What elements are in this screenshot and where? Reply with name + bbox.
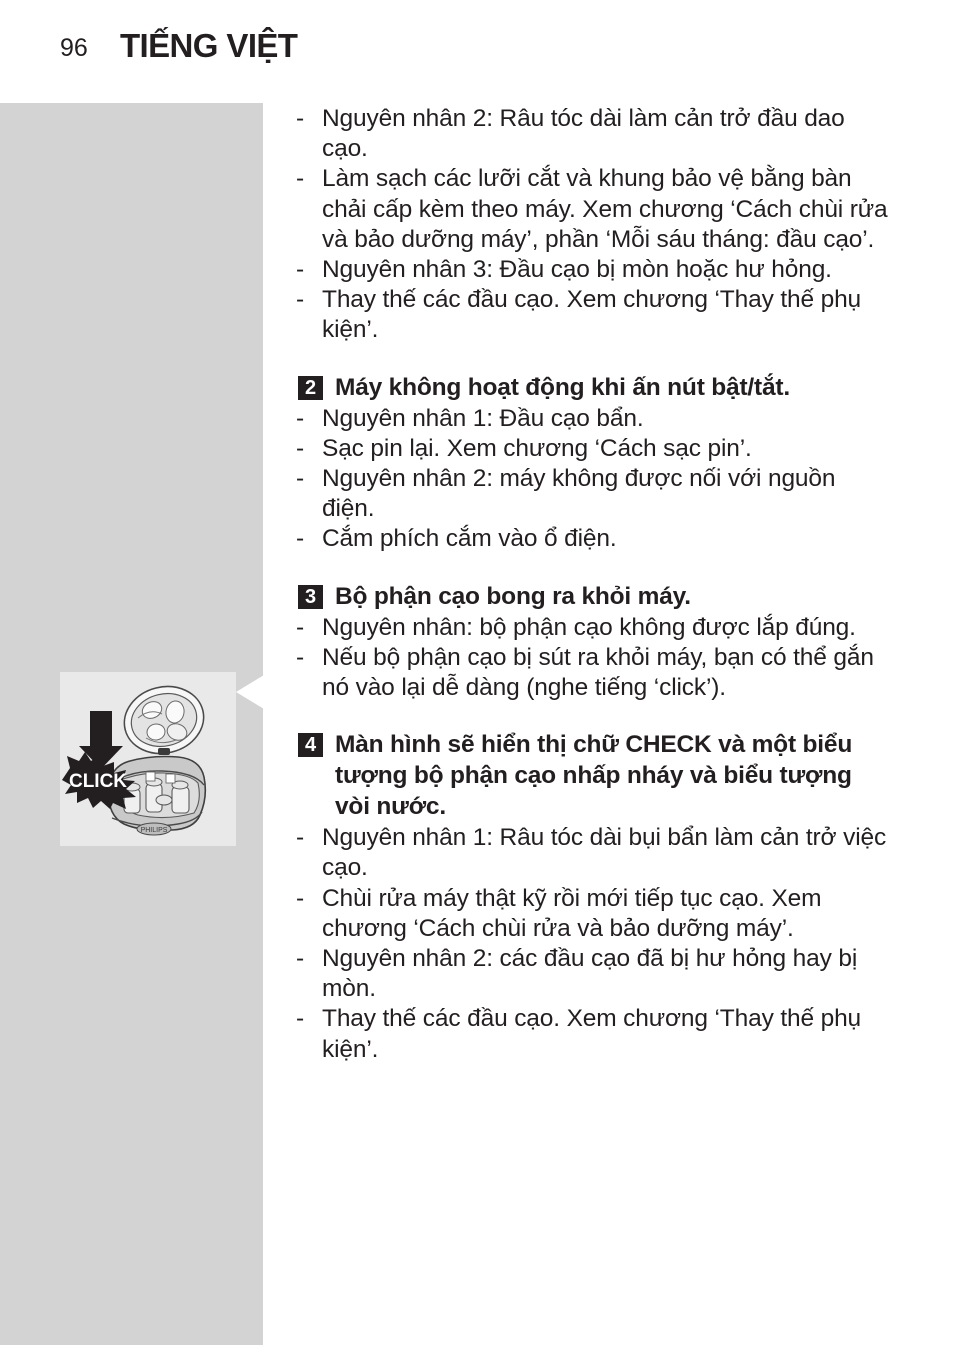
click-badge-label: CLICK	[69, 771, 127, 792]
list-item: Nếu bộ phận cạo bị sút ra khỏi máy, bạn …	[295, 643, 890, 703]
section-bullet-list: Nguyên nhân 1: Đầu cạo bẩn. Sạc pin lại.…	[295, 404, 890, 555]
list-item: Nguyên nhân 1: Râu tóc dài bụi bẩn làm c…	[295, 823, 890, 883]
section-heading-text: Màn hình sẽ hiển thị chữ CHECK và một bi…	[335, 731, 853, 821]
list-item: Thay thế các đầu cạo. Xem chương ‘Thay t…	[295, 1004, 890, 1064]
list-item: Nguyên nhân 2: các đầu cạo đã bị hư hỏng…	[295, 944, 890, 1004]
list-item: Nguyên nhân 2: máy không được nối với ng…	[295, 464, 890, 524]
page-title: TIẾNG VIỆT	[120, 27, 298, 64]
section-bullet-list: Nguyên nhân 1: Râu tóc dài bụi bẩn làm c…	[295, 823, 890, 1065]
svg-text:PHILIPS: PHILIPS	[141, 827, 168, 834]
section-heading: 4 Màn hình sẽ hiển thị chữ CHECK và một …	[295, 729, 890, 822]
intro-bullet-list: Nguyên nhân 2: Râu tóc dài làm cản trở đ…	[295, 104, 890, 346]
click-starburst-badge: CLICK	[62, 752, 136, 809]
section-heading-text: Bộ phận cạo bong ra khỏi máy.	[335, 582, 691, 610]
list-item: Làm sạch các lưỡi cắt và khung bảo vệ bằ…	[295, 164, 890, 255]
list-item: Nguyên nhân 1: Đầu cạo bẩn.	[295, 404, 890, 434]
section-number-badge: 4	[298, 733, 323, 758]
illustration-shaver-head-click: PHILIPS CLICK	[60, 672, 236, 846]
troubleshooting-section-2: 2 Máy không hoạt động khi ấn nút bật/tắt…	[295, 372, 890, 555]
list-item: Nguyên nhân 2: Râu tóc dài làm cản trở đ…	[295, 104, 890, 164]
section-heading-text: Máy không hoạt động khi ấn nút bật/tắt.	[335, 373, 790, 401]
list-item: Chùi rửa máy thật kỹ rồi mới tiếp tục cạ…	[295, 884, 890, 944]
section-number-badge: 2	[298, 375, 323, 400]
page-header: 96 TIẾNG VIỆT	[0, 0, 954, 103]
section-heading: 3 Bộ phận cạo bong ra khỏi máy.	[295, 581, 890, 612]
list-item: Cắm phích cắm vào ổ điện.	[295, 524, 890, 554]
page-number: 96	[60, 34, 88, 62]
callout-pointer-triangle	[236, 675, 264, 709]
list-item: Thay thế các đầu cạo. Xem chương ‘Thay t…	[295, 285, 890, 345]
troubleshooting-section-4: 4 Màn hình sẽ hiển thị chữ CHECK và một …	[295, 729, 890, 1065]
troubleshooting-section-3: 3 Bộ phận cạo bong ra khỏi máy. Nguyên n…	[295, 581, 890, 704]
section-bullet-list: Nguyên nhân: bộ phận cạo không được lắp …	[295, 613, 890, 704]
content-column: Nguyên nhân 2: Râu tóc dài làm cản trở đ…	[295, 104, 890, 1065]
section-heading: 2 Máy không hoạt động khi ấn nút bật/tắt…	[295, 372, 890, 403]
list-item: Sạc pin lại. Xem chương ‘Cách sạc pin’.	[295, 434, 890, 464]
list-item: Nguyên nhân 3: Đầu cạo bị mòn hoặc hư hỏ…	[295, 255, 890, 285]
list-item: Nguyên nhân: bộ phận cạo không được lắp …	[295, 613, 890, 643]
section-number-badge: 3	[298, 584, 323, 609]
